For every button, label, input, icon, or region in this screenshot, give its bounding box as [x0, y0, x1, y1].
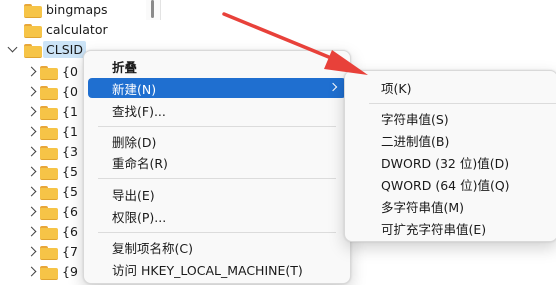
context-menu: 折叠 新建(N) 查找(F)... 删除(D) 重命名(R) 导出(E) 权限(… — [83, 50, 351, 284]
tree-item-label: bingmaps — [46, 2, 108, 17]
chevron-right-icon[interactable] — [26, 106, 37, 117]
tree-item[interactable]: bingmaps — [0, 0, 150, 20]
menu-item-label: 权限(P)... — [112, 209, 167, 225]
menu-item-export[interactable]: 导出(E) — [88, 184, 346, 204]
tree-scrollbar[interactable] — [146, 0, 160, 20]
submenu-item-dword-value[interactable]: DWORD (32 位)值(D) — [349, 152, 553, 172]
menu-item-copy-key-name[interactable]: 复制项名称(C) — [88, 237, 346, 257]
folder-icon — [40, 206, 58, 220]
menu-separator — [98, 126, 336, 127]
tree-item-label: {1 — [62, 124, 78, 139]
menu-item-label: 项(K) — [381, 80, 412, 96]
menu-item-label: 删除(D) — [112, 134, 157, 150]
folder-icon — [40, 126, 58, 140]
folder-icon — [40, 106, 58, 120]
menu-item-label: 二进制值(B) — [381, 133, 450, 149]
tree-item-label: {1 — [62, 104, 78, 119]
chevron-right-icon[interactable] — [26, 186, 37, 197]
chevron-right-icon — [328, 82, 338, 92]
folder-icon — [40, 166, 58, 180]
menu-item-label: 重命名(R) — [112, 155, 168, 171]
chevron-right-icon[interactable] — [26, 266, 37, 277]
folder-icon — [40, 186, 58, 200]
folder-icon — [40, 266, 58, 280]
menu-item-rename[interactable]: 重命名(R) — [88, 152, 346, 172]
menu-item-collapse[interactable]: 折叠 — [88, 56, 346, 76]
submenu-item-multi-string-value[interactable]: 多字符串值(M) — [349, 196, 553, 216]
menu-item-label: 复制项名称(C) — [112, 240, 193, 256]
tree-item-label: {6 — [62, 224, 78, 239]
menu-separator — [98, 178, 336, 179]
menu-item-permissions[interactable]: 权限(P)... — [88, 206, 346, 226]
submenu-item-string-value[interactable]: 字符串值(S) — [349, 108, 553, 128]
folder-icon — [40, 66, 58, 80]
tree-item-label: {0 — [62, 84, 78, 99]
menu-item-delete[interactable]: 删除(D) — [88, 131, 346, 151]
chevron-right-icon[interactable] — [26, 146, 37, 157]
tree-item-label: {3 — [62, 144, 78, 159]
folder-icon — [24, 44, 42, 58]
menu-item-label: 查找(F)... — [112, 103, 166, 119]
chevron-right-icon[interactable] — [26, 206, 37, 217]
tree-item-label: {5 — [62, 184, 78, 199]
menu-item-label: 多字符串值(M) — [381, 199, 465, 215]
menu-item-find[interactable]: 查找(F)... — [88, 100, 346, 120]
tree-item-label: CLSID — [43, 41, 86, 58]
submenu-item-key[interactable]: 项(K) — [349, 77, 553, 97]
submenu-item-expandable-string-value[interactable]: 可扩充字符串值(E) — [349, 218, 553, 238]
scrollbar-thumb[interactable] — [151, 0, 154, 18]
folder-icon — [40, 86, 58, 100]
folder-icon — [24, 4, 42, 18]
menu-item-label: 折叠 — [112, 59, 138, 75]
submenu-item-binary-value[interactable]: 二进制值(B) — [349, 130, 553, 150]
chevron-right-icon[interactable] — [26, 126, 37, 137]
new-submenu: 项(K) 字符串值(S) 二进制值(B) DWORD (32 位)值(D) QW… — [344, 70, 556, 242]
tree-item[interactable]: calculator — [0, 20, 150, 40]
menu-item-new[interactable]: 新建(N) — [88, 78, 346, 98]
folder-icon — [40, 226, 58, 240]
menu-item-label: 字符串值(S) — [381, 111, 449, 127]
chevron-right-icon[interactable] — [26, 66, 37, 77]
menu-item-label: 新建(N) — [112, 81, 157, 97]
menu-item-go-to-hklm[interactable]: 访问 HKEY_LOCAL_MACHINE(T) — [88, 259, 346, 279]
tree-item-label: {0 — [62, 64, 78, 79]
tree-item-label: calculator — [46, 22, 108, 37]
tree-item-label: {6 — [62, 204, 78, 219]
chevron-right-icon[interactable] — [26, 86, 37, 97]
menu-item-label: DWORD (32 位)值(D) — [381, 155, 510, 171]
menu-item-label: QWORD (64 位)值(Q) — [381, 177, 510, 193]
tree-item-label: {5 — [62, 164, 78, 179]
submenu-item-qword-value[interactable]: QWORD (64 位)值(Q) — [349, 174, 553, 194]
chevron-right-icon[interactable] — [26, 166, 37, 177]
chevron-right-icon[interactable] — [26, 246, 37, 257]
menu-separator — [98, 232, 336, 233]
folder-icon — [40, 246, 58, 260]
tree-item-label: {9 — [62, 264, 78, 279]
chevron-right-icon[interactable] — [26, 226, 37, 237]
menu-item-label: 导出(E) — [112, 187, 155, 203]
folder-icon — [40, 146, 58, 160]
tree-item-label: {7 — [62, 244, 78, 259]
folder-icon — [24, 24, 42, 38]
menu-item-label: 访问 HKEY_LOCAL_MACHINE(T) — [112, 262, 303, 278]
chevron-down-icon[interactable] — [7, 42, 18, 53]
pane-divider — [160, 0, 161, 20]
menu-item-label: 可扩充字符串值(E) — [381, 221, 487, 237]
menu-separator — [369, 103, 556, 104]
